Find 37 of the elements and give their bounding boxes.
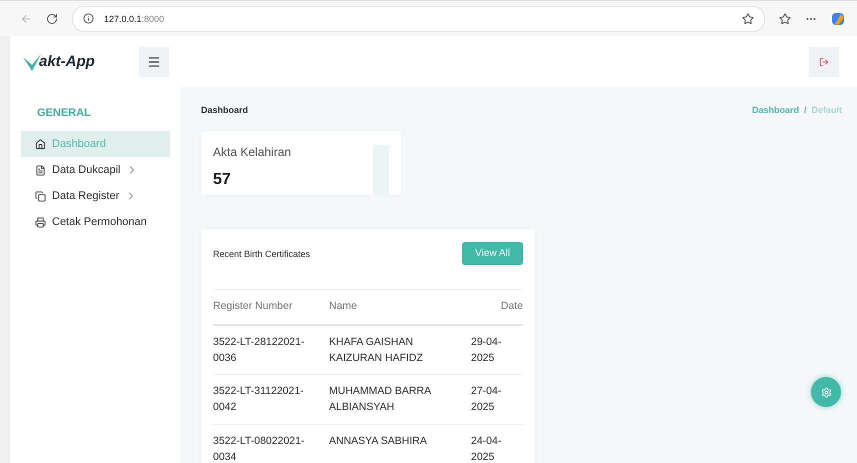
address-bar[interactable]: 127.0.0.1:8000 [72, 6, 765, 32]
table-cell-text: 3522-LT-28122021-0036 [213, 334, 306, 366]
column-header: Register Number [213, 299, 294, 314]
table-cell-text: 29-04-2025 [470, 334, 502, 366]
table-cell-text: 27-04-2025 [470, 384, 502, 415]
star-icon[interactable] [742, 12, 754, 24]
sidebar-item[interactable]: Data Dukcapil [21, 157, 170, 183]
sidebar-heading: GENERAL [37, 107, 92, 119]
printer-icon [35, 216, 46, 228]
column-header: Name [329, 299, 358, 314]
table-cell-text: 3522-LT-08022021-0034 [213, 434, 306, 463]
table-cell-text: 24-04-2025 [470, 434, 502, 463]
card-title: Recent Birth Certificates [213, 248, 310, 258]
stat-label: Akta Kelahiran [213, 145, 292, 159]
column-header: Date [500, 299, 523, 314]
sidebar-item[interactable]: Cetak Permohonan [21, 209, 170, 235]
reload-icon[interactable] [46, 12, 58, 24]
stat-value: 57 [213, 171, 232, 189]
url-text: 127.0.0.1:8000 [104, 14, 166, 24]
info-icon[interactable] [83, 13, 94, 24]
home-icon [35, 138, 46, 150]
breadcrumb-separator: / [804, 105, 806, 115]
document-icon [35, 164, 46, 176]
favorites-icon[interactable] [779, 12, 791, 24]
logout-icon [819, 56, 829, 66]
table-cell-text: 3522-LT-31122021-0042 [213, 384, 305, 415]
table-cell-text: KHAFA GAISHAN KAIZURAN HAFIDZ [329, 334, 424, 366]
table-cell-text: ANNASYA SABHIRA [329, 434, 428, 449]
menu-icon [147, 54, 161, 68]
settings-icon [820, 386, 832, 398]
page-title: Dashboard [201, 105, 248, 115]
copilot-icon[interactable] [831, 12, 845, 26]
sidebar-item[interactable]: Data Register [21, 183, 170, 209]
table-cell-text: MUHAMMAD BARRA ALBIANSYAH [329, 384, 432, 415]
copy-icon [35, 190, 46, 202]
logo-text: akt-App [39, 53, 95, 70]
menu-button[interactable] [139, 46, 169, 76]
